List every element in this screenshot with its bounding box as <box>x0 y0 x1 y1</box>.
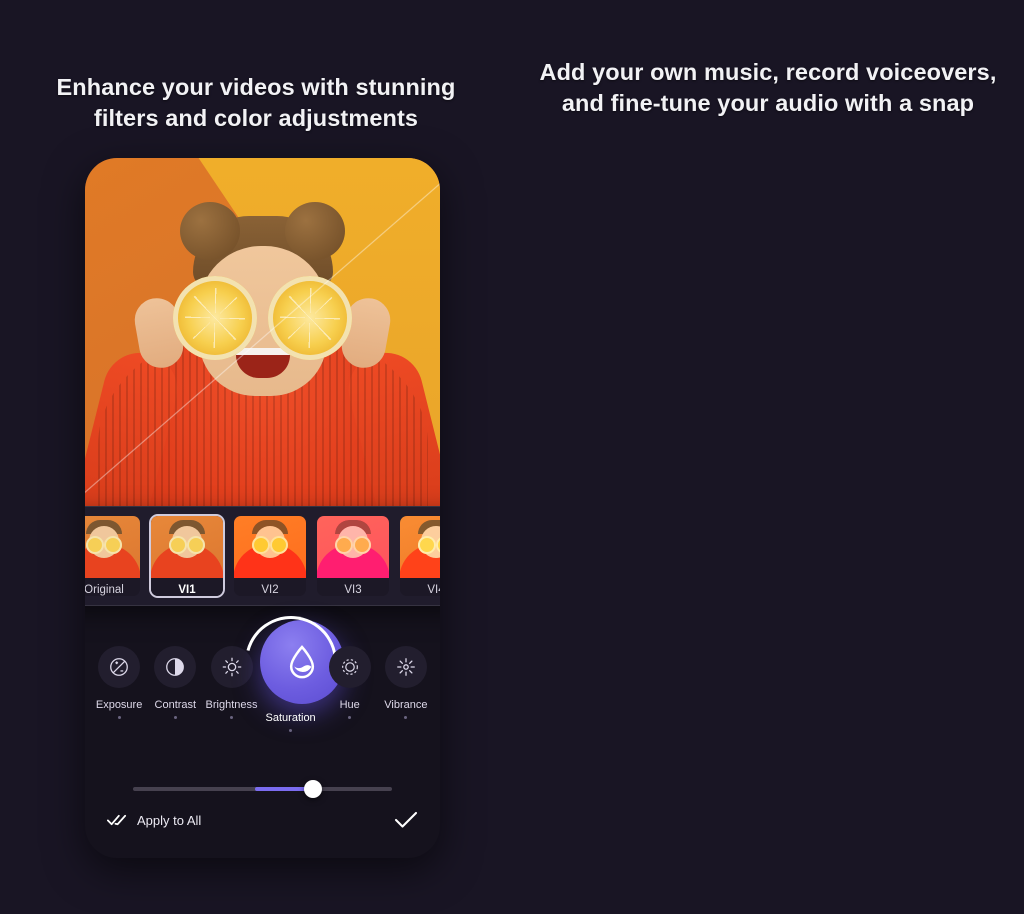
adjust-label: Hue <box>339 699 360 711</box>
adjust-exposure-button[interactable]: Exposure <box>91 638 147 719</box>
adjust-label: Vibrance <box>384 699 428 711</box>
adjust-value-dot <box>348 716 352 719</box>
right-headline: Add your own music, record voiceovers, a… <box>539 59 997 117</box>
filter-thumbnail <box>317 516 389 578</box>
apply-to-all-button[interactable]: Apply to All <box>107 813 201 828</box>
left-panel: Enhance your videos with stunning filter… <box>0 0 512 914</box>
adjust-value-dot <box>404 716 408 719</box>
slider-thumb[interactable] <box>303 780 322 798</box>
filter-preset-vi1[interactable]: VI1 <box>149 514 225 598</box>
adjust-label: Exposure <box>95 699 143 711</box>
left-footer-bar: Apply to All <box>107 806 418 834</box>
filter-presets-strip[interactable]: Original VI1 VI2 VI3 VI <box>85 506 440 606</box>
filter-preset-vi2[interactable]: VI2 <box>232 514 308 598</box>
right-panel: Add your own music, record voiceovers, a… <box>512 0 1024 914</box>
vibrance-icon <box>384 646 427 688</box>
filter-label: VI2 <box>234 578 306 596</box>
adjust-value-dot <box>230 716 233 719</box>
filter-thumbnail <box>400 516 440 578</box>
filter-label: VI4 <box>400 578 440 596</box>
slider-fill <box>254 787 307 791</box>
page-root: Enhance your videos with stunning filter… <box>0 0 1024 914</box>
left-phone-frame: Original VI1 VI2 VI3 VI Exposure Contras… <box>85 158 440 858</box>
filter-preset-vi4[interactable]: VI4 <box>398 514 440 598</box>
adjust-value-dot <box>289 729 293 732</box>
adjust-label: Contrast <box>154 699 197 711</box>
exposure-icon <box>98 646 141 688</box>
adjust-vibrance-button[interactable]: Vibrance <box>378 638 434 719</box>
adjust-contrast-button[interactable]: Contrast <box>147 638 203 719</box>
adjust-label: Saturation <box>265 712 316 724</box>
filter-label: VI1 <box>151 578 223 596</box>
double-check-icon <box>107 813 129 827</box>
adjust-saturation-button[interactable]: Saturation <box>227 599 354 732</box>
adjustment-slider[interactable] <box>133 778 392 800</box>
contrast-icon <box>154 646 197 688</box>
adjust-label: Brightness <box>205 699 258 711</box>
adjust-value-dot <box>117 716 121 719</box>
left-headline: Enhance your videos with stunning filter… <box>56 74 456 132</box>
filter-thumbnail <box>85 516 140 578</box>
filter-thumbnail <box>234 516 306 578</box>
hue-icon <box>328 646 371 688</box>
filter-thumbnail <box>151 516 223 578</box>
apply-to-all-label: Apply to All <box>137 812 202 828</box>
adjust-value-dot <box>173 716 177 719</box>
adjustment-tool-row: Exposure Contrast Brightness Saturation … <box>85 599 440 748</box>
filter-label: Original <box>85 578 140 596</box>
adjust-hue-button[interactable]: Hue <box>322 638 378 719</box>
filter-preset-original[interactable]: Original <box>85 514 142 598</box>
left-preview-photo <box>85 158 440 518</box>
confirm-check-icon[interactable] <box>394 811 418 829</box>
before-after-split-line <box>85 158 440 518</box>
filter-preset-vi3[interactable]: VI3 <box>315 514 391 598</box>
filter-label: VI3 <box>317 578 389 596</box>
